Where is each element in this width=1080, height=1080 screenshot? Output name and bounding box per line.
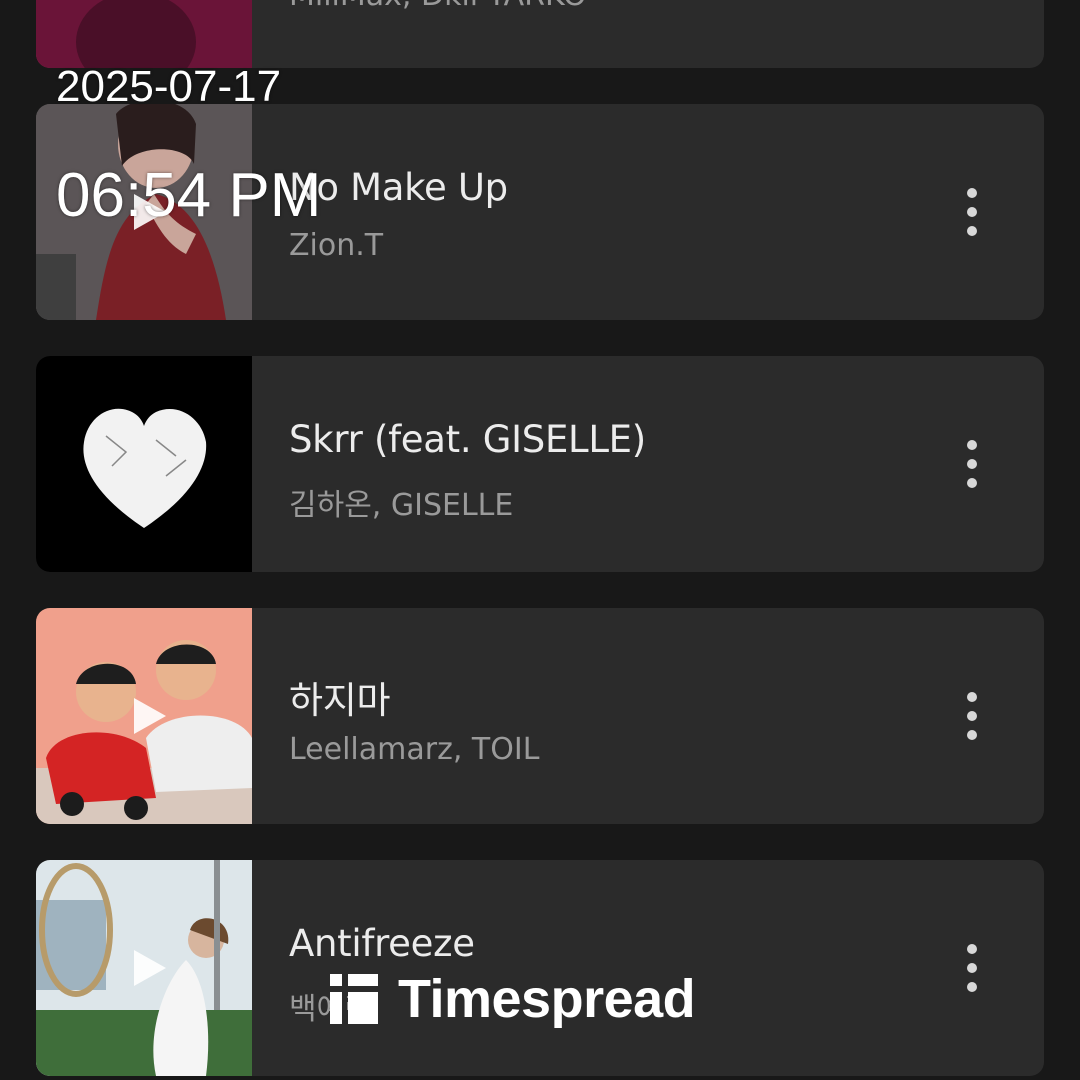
album-art[interactable] [36,356,252,572]
more-vertical-icon[interactable] [952,436,992,492]
timespread-logo-icon [330,974,378,1024]
track-artist: MiiiMax, Dkii TARKO [289,0,587,13]
track-title: 하지마 [289,679,391,722]
album-art[interactable] [36,0,252,68]
track-artist: Leellamarz, TOIL [289,732,540,767]
track-title: Antifreeze [289,922,475,965]
track-title: Skrr (feat. GISELLE) [289,418,646,461]
overlay-time: 06:54 PM [56,161,322,230]
track-card[interactable]: 하지마 Leellamarz, TOIL [36,608,1044,824]
track-artist: Zion.T [289,228,384,263]
album-art[interactable] [36,608,252,824]
album-art[interactable] [36,860,252,1076]
track-title: No Make Up [289,166,508,209]
play-icon [134,950,166,986]
overlay-date: 2025-07-17 [56,62,282,111]
watermark: Timespread [330,968,696,1030]
track-artist: 김하온, GISELLE [289,488,514,523]
more-vertical-icon[interactable] [952,184,992,240]
watermark-text: Timespread [398,969,696,1029]
play-icon [134,698,166,734]
more-vertical-icon[interactable] [952,688,992,744]
track-card[interactable]: Skrr (feat. GISELLE) 김하온, GISELLE [36,356,1044,572]
more-vertical-icon[interactable] [952,940,992,996]
track-card[interactable]: MiiiMax, Dkii TARKO [36,0,1044,68]
